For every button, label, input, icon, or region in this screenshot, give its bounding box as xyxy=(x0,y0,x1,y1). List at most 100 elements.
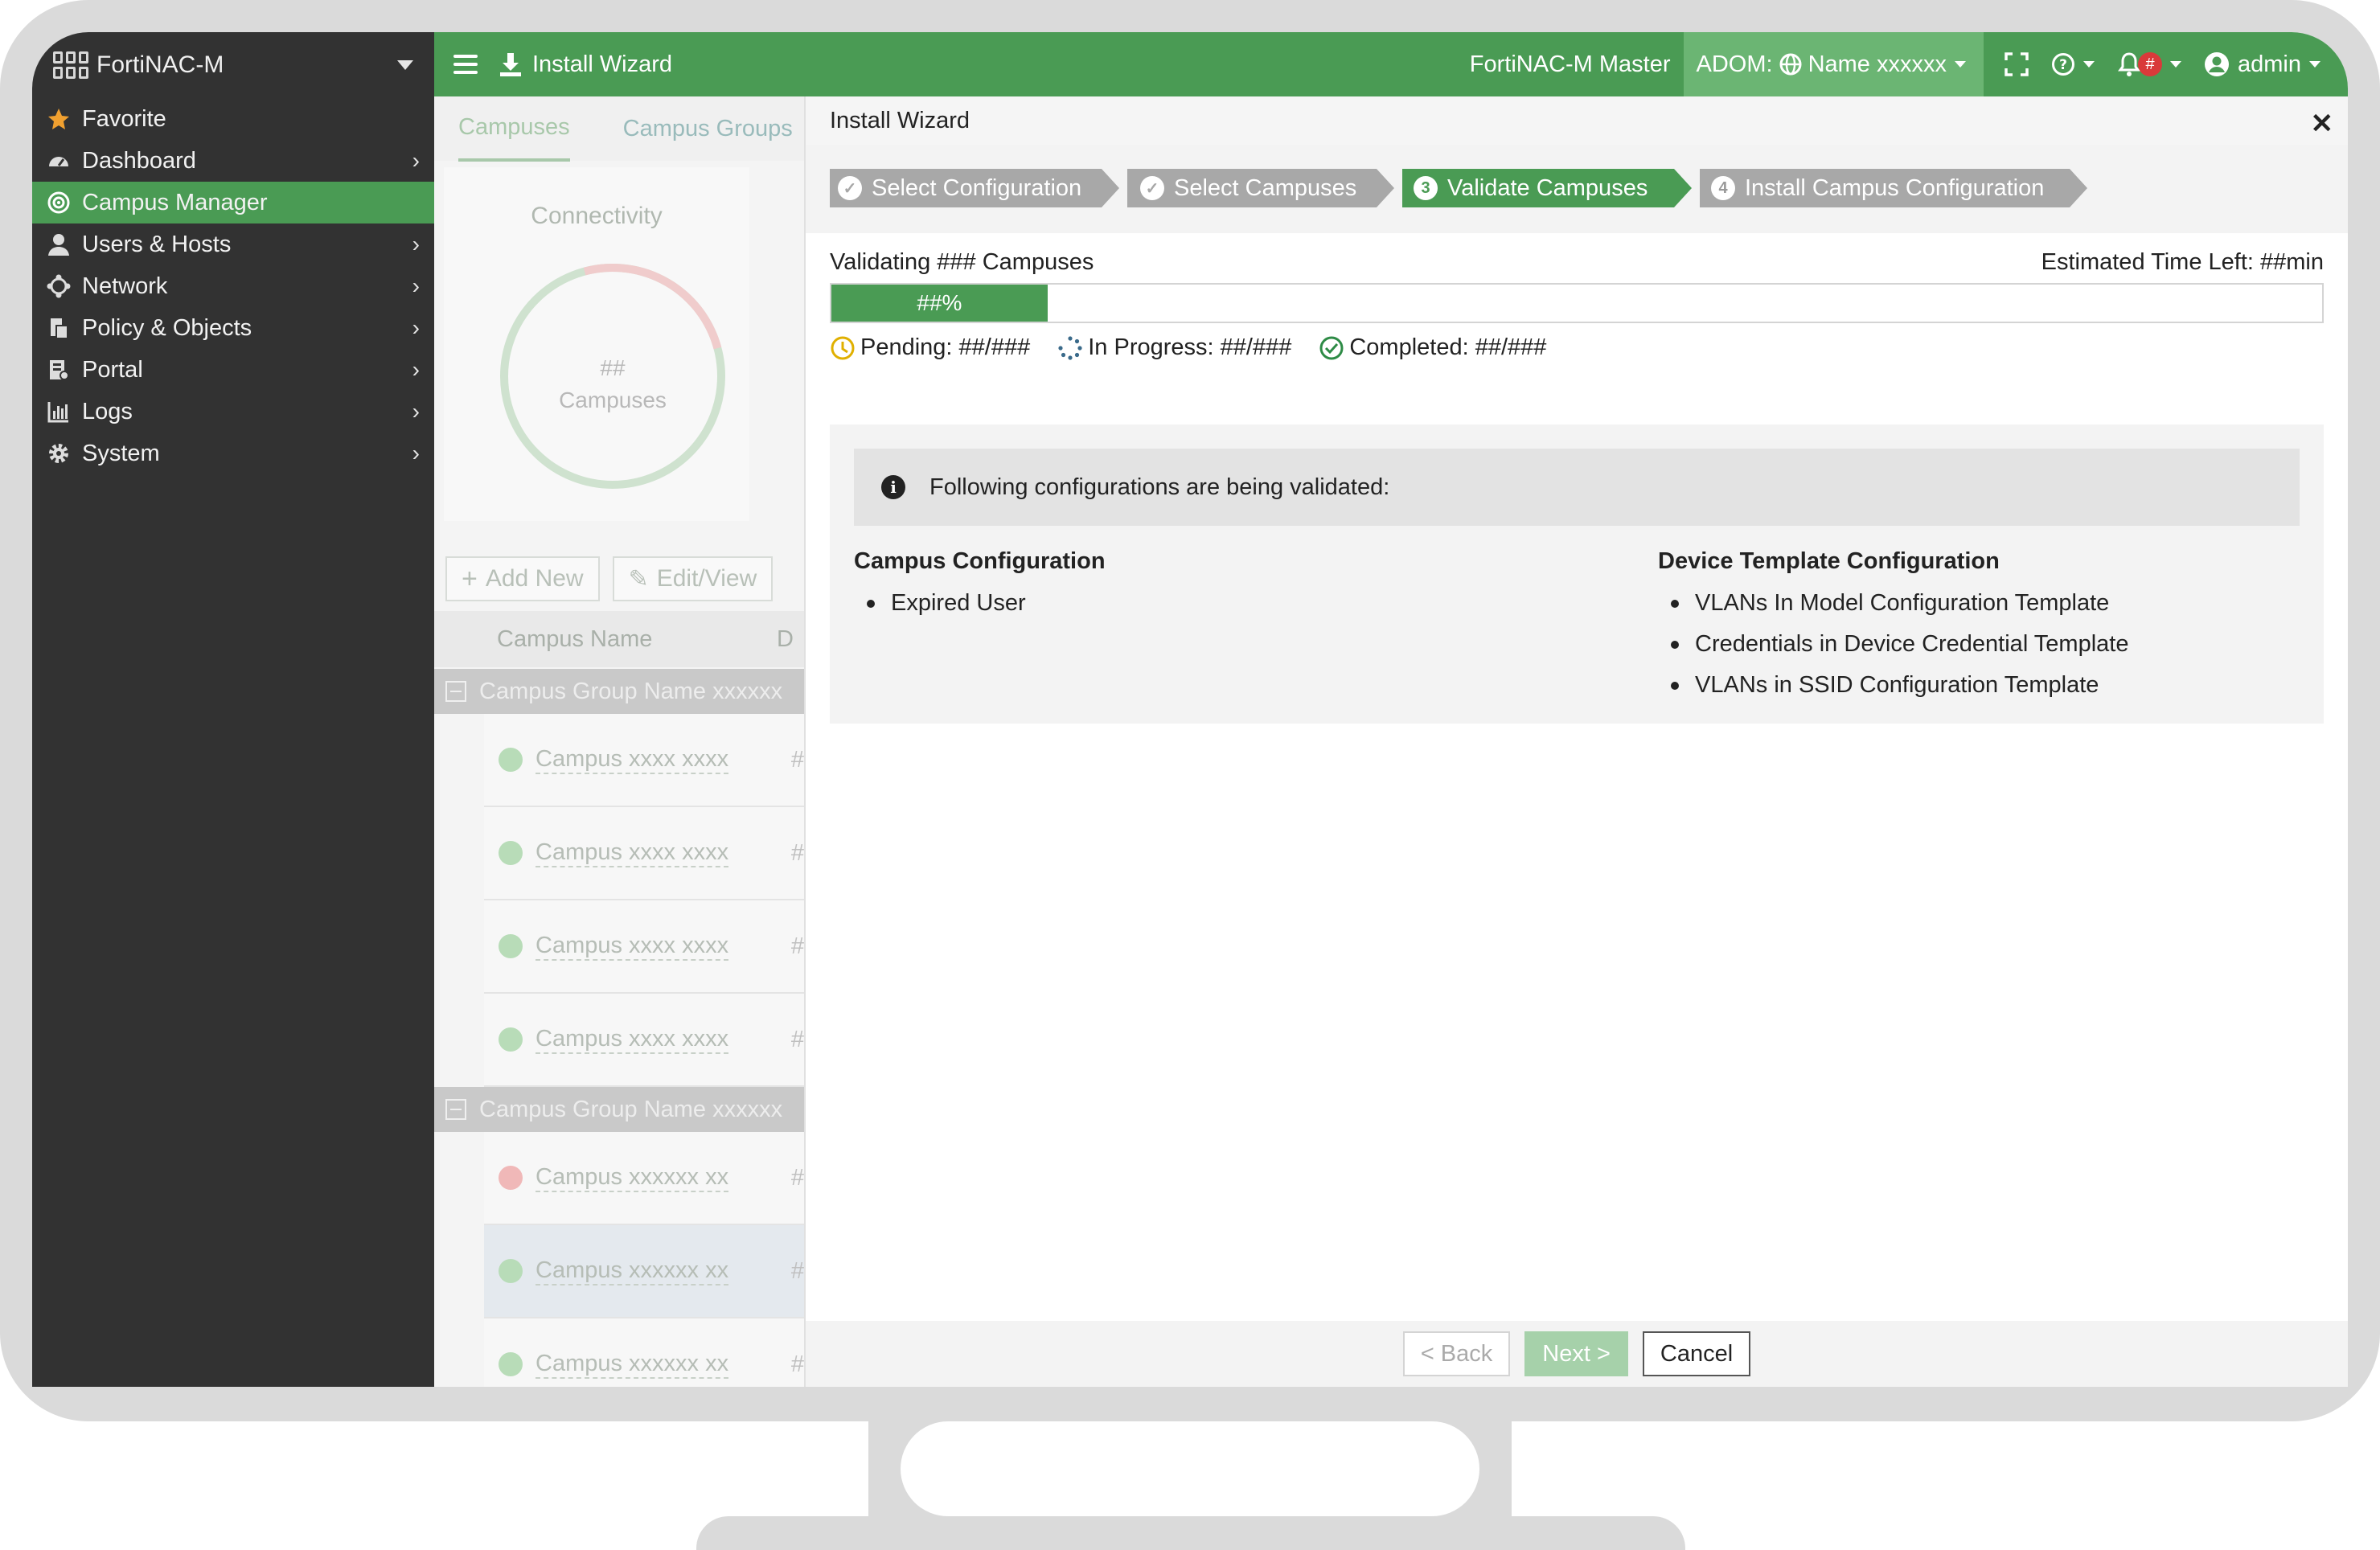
progress-label: ##% xyxy=(917,290,962,315)
column-d[interactable]: D xyxy=(777,626,804,653)
step-label: Validate Campuses xyxy=(1447,174,1648,201)
close-icon[interactable]: ✕ xyxy=(2311,108,2334,140)
fullscreen-icon xyxy=(2005,52,2029,76)
spinner-icon xyxy=(1058,335,1082,360)
wizard-footer: < Back Next > Cancel xyxy=(806,1321,2348,1387)
notice-text: Following configurations are being valid… xyxy=(929,474,1390,500)
table-row[interactable]: Campus xxxx xxxx # xyxy=(484,900,804,994)
sidebar-item-label: Policy & Objects xyxy=(82,314,252,341)
sidebar-item-label: Logs xyxy=(82,398,133,424)
product-switcher[interactable]: FortiNAC-M xyxy=(32,32,434,98)
campus-group-row[interactable]: Campus Group Name xxxxxx xyxy=(434,1087,804,1132)
chevron-right-icon: › xyxy=(412,441,420,465)
row-value: # xyxy=(790,1026,804,1052)
row-value: # xyxy=(790,1257,804,1284)
campus-name-link[interactable]: Campus xxxxxx xx xyxy=(536,1351,729,1379)
connectivity-card: Connectivity ## Campuses xyxy=(444,167,767,531)
campus-group-row[interactable]: Campus Group Name xxxxxx xyxy=(434,669,804,714)
table-row[interactable]: Campus xxxx xxxx # xyxy=(484,807,804,900)
table-row[interactable]: Campus xxxxxx xx # xyxy=(484,1225,804,1318)
user-menu[interactable]: admin xyxy=(2204,51,2320,78)
donut-value: ## xyxy=(600,355,626,380)
tab-campus-groups[interactable]: Campus Groups xyxy=(623,116,793,142)
in-progress-status: In Progress: ##/### xyxy=(1057,334,1291,361)
caret-down-icon xyxy=(2170,61,2181,68)
device-template-configuration-list: Device Template Configuration VLANs In M… xyxy=(1658,548,2128,706)
sidebar-item-users-hosts[interactable]: Users & Hosts › xyxy=(32,223,434,265)
step-label: Select Campuses xyxy=(1174,174,1357,201)
progress-bar: ##% xyxy=(830,283,2324,323)
sidebar-item-dashboard[interactable]: Dashboard › xyxy=(32,140,434,182)
globe-icon xyxy=(1779,53,1802,76)
install-wizard-panel: Install Wizard ✕ ✓ Select Configuration … xyxy=(804,96,2348,1387)
next-button[interactable]: Next > xyxy=(1524,1331,1628,1376)
connectivity-title: Connectivity xyxy=(531,203,663,229)
collapse-icon[interactable] xyxy=(445,681,466,702)
notifications-button[interactable]: # xyxy=(2117,51,2181,77)
status-up-icon xyxy=(499,748,523,772)
sidebar-item-portal[interactable]: Portal › xyxy=(32,349,434,391)
edit-view-button[interactable]: ✎ Edit/View xyxy=(612,556,774,601)
row-value: # xyxy=(790,1351,804,1377)
step-validate-campuses: 3 Validate Campuses xyxy=(1402,169,1674,207)
plus-icon: + xyxy=(462,563,478,594)
campus-name-link[interactable]: Campus xxxx xxxx xyxy=(536,933,729,961)
sidebar-item-policy-objects[interactable]: Policy & Objects › xyxy=(32,307,434,349)
column-campus-name[interactable]: Campus Name xyxy=(497,626,652,653)
pending-status: Pending: ##/### xyxy=(830,334,1030,361)
page-title: Install Wizard xyxy=(532,51,673,77)
check-circle-icon: ✓ xyxy=(1140,176,1164,200)
back-button[interactable]: < Back xyxy=(1402,1331,1511,1376)
table-header: Campus Name D xyxy=(434,611,804,667)
sidebar-item-favorite[interactable]: Favorite xyxy=(32,98,434,140)
hamburger-menu-icon[interactable] xyxy=(453,55,478,74)
sidebar-item-network[interactable]: Network › xyxy=(32,265,434,307)
campus-name-link[interactable]: Campus xxxx xxxx xyxy=(536,839,729,867)
status-up-icon xyxy=(499,841,523,865)
check-circle-icon xyxy=(1319,336,1344,359)
clock-icon xyxy=(831,336,855,359)
step-arrow xyxy=(1102,169,1119,207)
adom-selector[interactable]: ADOM: Name xxxxxx xyxy=(1683,32,1984,96)
status-legend: Pending: ##/### In Progress: ##/### Comp… xyxy=(830,334,1574,361)
campus-name-link[interactable]: Campus xxxxxx xx xyxy=(536,1257,729,1286)
table-row[interactable]: Campus xxxx xxxx # xyxy=(484,994,804,1087)
campus-configuration-list: Campus Configuration Expired User xyxy=(854,548,1106,624)
app-grid-icon xyxy=(53,51,88,79)
sidebar-item-system[interactable]: System › xyxy=(32,433,434,474)
table-row[interactable]: Campus xxxxxx xx # xyxy=(484,1132,804,1225)
status-up-icon xyxy=(499,1259,523,1283)
campus-config-item: Expired User xyxy=(854,583,1106,624)
campus-name-link[interactable]: Campus xxxx xxxx xyxy=(536,746,729,774)
sidebar-item-label: Favorite xyxy=(82,105,166,132)
sidebar-item-label: Campus Manager xyxy=(82,189,268,215)
fullscreen-button[interactable] xyxy=(2005,52,2029,76)
table-row[interactable]: Campus xxxxxx xx # xyxy=(484,1318,804,1387)
completed-status: Completed: ##/### xyxy=(1319,334,1546,361)
donut-label: Campuses xyxy=(559,388,667,412)
campus-group-name: Campus Group Name xxxxxx xyxy=(479,678,783,704)
info-icon: i xyxy=(881,475,905,499)
campus-name-link[interactable]: Campus xxxx xxxx xyxy=(536,1026,729,1054)
user-avatar-icon xyxy=(2205,52,2229,76)
wizard-header: Install Wizard ✕ xyxy=(806,96,2348,145)
caret-down-icon xyxy=(1955,61,1966,68)
campus-name-link[interactable]: Campus xxxxxx xx xyxy=(536,1164,729,1192)
add-new-button[interactable]: + Add New xyxy=(445,556,600,601)
caret-down-icon xyxy=(397,60,413,70)
table-row[interactable]: Campus xxxx xxxx # xyxy=(484,714,804,807)
step-install-campus-configuration: 4 Install Campus Configuration xyxy=(1700,169,2070,207)
cancel-button[interactable]: Cancel xyxy=(1642,1331,1751,1376)
sidebar-item-label: Users & Hosts xyxy=(82,231,232,257)
sidebar-item-logs[interactable]: Logs › xyxy=(32,391,434,433)
network-icon xyxy=(45,273,72,300)
completed-count: Completed: ##/### xyxy=(1349,334,1547,360)
add-new-label: Add New xyxy=(485,565,584,592)
notification-badge: # xyxy=(2138,52,2162,76)
help-button[interactable]: ? xyxy=(2051,52,2095,76)
sidebar-item-campus-manager[interactable]: Campus Manager xyxy=(32,182,434,223)
collapse-icon[interactable] xyxy=(445,1099,466,1120)
tab-campuses[interactable]: Campuses xyxy=(458,96,570,162)
step-label: Install Campus Configuration xyxy=(1745,174,2045,201)
campus-icon xyxy=(45,189,72,216)
